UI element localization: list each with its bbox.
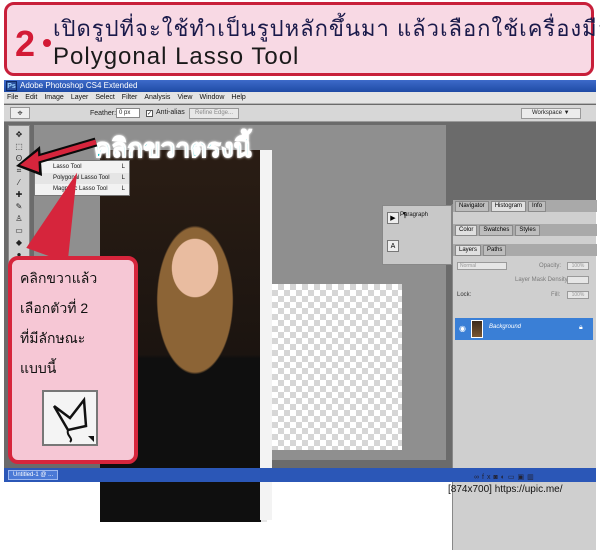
fx-icon[interactable]: fx xyxy=(482,474,493,481)
feather-label: Feather: xyxy=(90,110,117,117)
menu-window[interactable]: Window xyxy=(199,94,224,101)
step-banner: 2 เปิดรูปที่จะใช้ทำเป็นรูปหลักขึ้นมา แล้… xyxy=(4,2,600,76)
opacity-input[interactable]: 100% xyxy=(567,262,589,270)
fill-input[interactable]: 100% xyxy=(567,291,589,299)
transparent-canvas[interactable] xyxy=(272,284,402,450)
layer-row-background[interactable]: ◉ Background 🔒︎ xyxy=(455,318,593,340)
tab-paths[interactable]: Paths xyxy=(483,245,507,256)
layer-name: Background xyxy=(489,324,522,330)
eraser-tool-icon[interactable]: ▭ xyxy=(12,226,26,236)
color-tabs: Color Swatches Styles xyxy=(453,224,597,236)
menu-file[interactable]: File xyxy=(7,94,18,101)
polygonal-lasso-icon xyxy=(42,390,98,446)
tool-preset-picker-icon[interactable]: ⌖ xyxy=(10,107,30,119)
eye-icon[interactable]: ◉ xyxy=(459,324,469,334)
menu-help[interactable]: Help xyxy=(231,94,245,101)
callout-line-1: คลิกขวาแล้ว xyxy=(20,270,98,286)
lock-label: Lock: xyxy=(457,292,472,298)
character-icon[interactable]: A xyxy=(387,240,399,252)
callout-line-2: เลือกตัวที่ 2 xyxy=(20,300,89,316)
step-dot xyxy=(43,39,51,47)
workspace-button[interactable]: Workspace ▼ xyxy=(521,108,581,119)
tab-histogram[interactable]: Histogram xyxy=(490,201,527,212)
trash-icon[interactable]: ▥ xyxy=(527,474,537,481)
tab-color[interactable]: Color xyxy=(455,225,478,236)
link-icon[interactable]: ∞ xyxy=(474,474,482,481)
flyout-shortcut: L xyxy=(121,186,125,192)
menu-select[interactable]: Select xyxy=(95,94,114,101)
layer-panel-buttons: ∞fx◙◐▭▣▥ xyxy=(474,471,537,485)
paragraph-panel-label[interactable]: Paragraph xyxy=(400,212,428,218)
canvas-edge xyxy=(260,150,272,520)
tab-layers[interactable]: Layers xyxy=(455,245,482,256)
antialias-label: Anti-alias xyxy=(156,109,185,116)
layer-thumbnail xyxy=(471,320,483,338)
menu-filter[interactable]: Filter xyxy=(122,94,138,101)
fill-label: Fill: xyxy=(551,292,561,298)
stamp-tool-icon[interactable]: ♙ xyxy=(12,214,26,224)
menu-analysis[interactable]: Analysis xyxy=(144,94,170,101)
new-layer-icon[interactable]: ▣ xyxy=(518,474,528,481)
tab-navigator[interactable]: Navigator xyxy=(455,201,489,212)
mask-icon[interactable]: ◙ xyxy=(493,474,500,481)
feather-input[interactable]: 0 px xyxy=(116,108,140,118)
menu-layer[interactable]: Layer xyxy=(71,94,89,101)
step-number: 2 xyxy=(15,23,36,64)
folder-icon[interactable]: ▭ xyxy=(508,474,518,481)
menu-edit[interactable]: Edit xyxy=(25,94,37,101)
play-icon[interactable]: ▶ xyxy=(387,212,399,224)
mask-density-input[interactable] xyxy=(567,276,589,284)
opacity-label: Opacity: xyxy=(539,263,562,269)
tab-info[interactable]: Info xyxy=(528,201,547,212)
mask-density-label: Layer Mask Density: xyxy=(515,277,570,283)
tab-swatches[interactable]: Swatches xyxy=(479,225,514,236)
step-tool-name: Polygonal Lasso Tool xyxy=(53,43,300,70)
menu-bar: File Edit Image Layer Select Filter Analysis Vi… xyxy=(4,92,596,104)
document-tab[interactable]: Untitled-1 @ ... xyxy=(8,470,59,480)
bucket-tool-icon[interactable]: ◆ xyxy=(12,238,26,248)
watermark-text: [874x700] https://upic.me/ xyxy=(448,484,563,495)
right-panel-dock: Navigator Histogram Info Color Swatches Styl… xyxy=(452,200,597,550)
layers-tabs: Layers Paths xyxy=(453,244,597,256)
callout-line-4: แบบนี้ xyxy=(20,360,57,376)
flyout-shortcut: L xyxy=(121,175,125,181)
brush-tool-icon[interactable]: ✎ xyxy=(12,202,26,212)
photoshop-logo-icon: Ps xyxy=(6,81,17,91)
menu-view[interactable]: View xyxy=(177,94,192,101)
tab-styles[interactable]: Styles xyxy=(515,225,540,236)
lock-icon: 🔒︎ xyxy=(579,324,583,331)
callout-line-3: ที่มีลักษณะ xyxy=(20,330,86,346)
title-bar: Ps Adobe Photoshop CS4 Extended xyxy=(4,80,596,92)
healing-tool-icon[interactable]: ✚ xyxy=(12,190,26,200)
navigator-tabs: Navigator Histogram Info xyxy=(453,200,597,212)
menu-image[interactable]: Image xyxy=(44,94,63,101)
right-click-here-label: คลิกขวาตรงนี้ xyxy=(93,133,252,164)
window-title: Adobe Photoshop CS4 Extended xyxy=(20,81,138,90)
instruction-callout: คลิกขวาแล้ว เลือกตัวที่ 2 ที่มีลักษณะ แบ… xyxy=(8,256,138,464)
blend-mode-select[interactable]: Normal xyxy=(457,262,507,270)
status-bar: Untitled-1 @ ... ∞fx◙◐▭▣▥ xyxy=(4,468,596,482)
step-instruction: เปิดรูปที่จะใช้ทำเป็นรูปหลักขึ้นมา แล้วเ… xyxy=(53,16,600,41)
antialias-checkbox[interactable]: ✓ xyxy=(146,110,153,117)
adjustment-icon[interactable]: ◐ xyxy=(501,474,508,481)
tutorial-frame: 2 เปิดรูปที่จะใช้ทำเป็นรูปหลักขึ้นมา แล้… xyxy=(0,0,600,550)
refine-edge-button[interactable]: Refine Edge... xyxy=(189,108,239,119)
